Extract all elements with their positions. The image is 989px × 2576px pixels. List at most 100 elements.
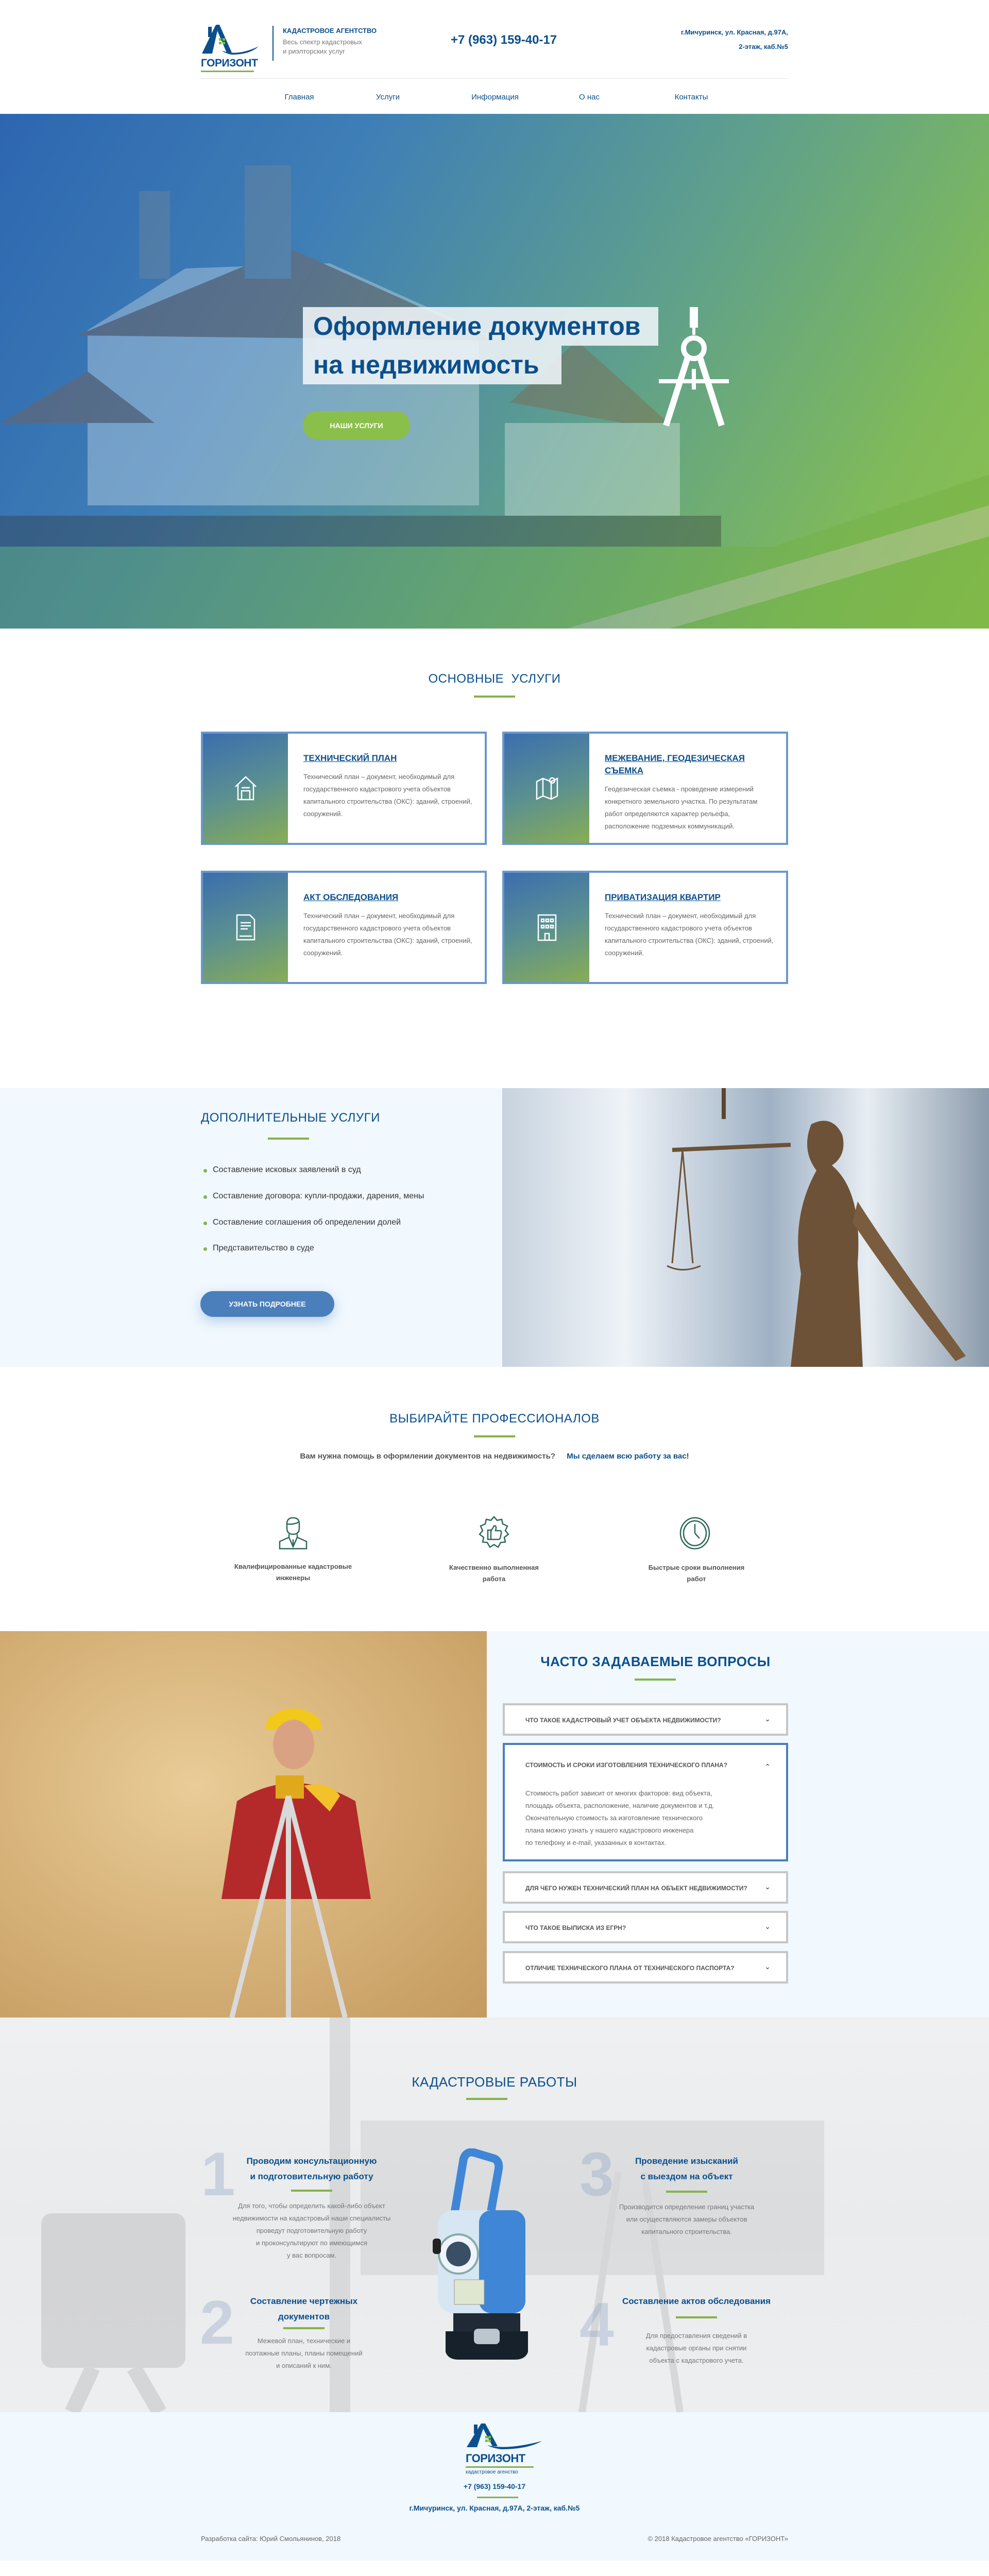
faq-item-plan-vs-passport[interactable]: ОТЛИЧИЕ ТЕХНИЧЕСКОГО ПЛАНА ОТ ТЕХНИЧЕСКО… — [503, 1951, 788, 1984]
pros-question: Вам нужна помощь в оформлении документов… — [300, 1452, 556, 1461]
thumbs-up-badge-icon — [479, 1516, 509, 1548]
step-underline — [666, 2191, 707, 2193]
chevron-down-icon[interactable]: ⌄ — [764, 1883, 771, 1891]
surveyor-figure — [221, 1708, 371, 2018]
step-text: Производится определение границ участка и… — [619, 2203, 755, 2235]
faq-question: ОТЛИЧИЕ ТЕХНИЧЕСКОГО ПЛАНА ОТ ТЕХНИЧЕСКО… — [525, 1964, 735, 1972]
our-services-button[interactable]: НАШИ УСЛУГИ — [303, 411, 410, 439]
services-title: ОСНОВНЫЕ УСЛУГИ — [428, 672, 561, 686]
card-title[interactable]: ПРИВАТИЗАЦИЯ КВАРТИР — [605, 891, 776, 904]
card-image — [504, 873, 589, 982]
house-icon — [234, 776, 257, 801]
header-address-1: г.Мичуринск, ул. Красная, д.97А, — [681, 28, 788, 36]
step-text: Межевой план, технические и поэтажные пла… — [245, 2337, 363, 2369]
faq-answer: Стоимость работ зависит от многих фактор… — [525, 1789, 714, 1846]
logo-underline — [201, 71, 254, 72]
additional-title-underline — [268, 1138, 309, 1140]
tagline-2: и риэлторских услуг — [283, 47, 345, 55]
step-title: Проведение изысканий с выездом на объект — [635, 2156, 738, 2181]
works-title-underline — [466, 2098, 507, 2100]
service-card-technical-plan[interactable]: ТЕХНИЧЕСКИЙ ПЛАН Технический план – доку… — [201, 732, 487, 845]
service-card-inspection-act[interactable]: АКТ ОБСЛЕДОВАНИЯ Технический план – доку… — [201, 871, 487, 984]
chevron-down-icon[interactable]: ⌄ — [764, 1962, 771, 1971]
nav-services[interactable]: Услуги — [376, 93, 400, 101]
card-image — [203, 873, 288, 982]
faq-item-cadastral-registration[interactable]: ЧТО ТАКОЕ КАДАСТРОВЫЙ УЧЕТ ОБЪЕКТА НЕДВИ… — [503, 1703, 788, 1736]
nav-home[interactable]: Главная — [284, 93, 314, 101]
nav-info[interactable]: Информация — [471, 93, 519, 101]
engineer-icon — [279, 1517, 308, 1550]
faq-item-cost-and-terms[interactable]: СТОИМОСТЬ И СРОКИ ИЗГОТОВЛЕНИЯ ТЕХНИЧЕСК… — [503, 1743, 788, 1861]
faq-title: ЧАСТО ЗАДАВАЕМЫЕ ВОПРОСЫ — [540, 1654, 771, 1669]
faq-item-why-technical-plan[interactable]: ДЛЯ ЧЕГО НУЖЕН ТЕХНИЧЕСКИЙ ПЛАН НА ОБЪЕК… — [503, 1871, 788, 1904]
faq-question: ЧТО ТАКОЕ КАДАСТРОВЫЙ УЧЕТ ОБЪЕКТА НЕДВИ… — [525, 1717, 721, 1724]
step-title: Составление актов обследования — [622, 2296, 771, 2306]
service-card-surveying[interactable]: МЕЖЕВАНИЕ, ГЕОДЕЗИЧЕСКАЯ СЪЕМКА Геодезич… — [502, 732, 788, 845]
header-divider — [272, 26, 274, 61]
feature-quality-work: Качественно выполненная работа — [449, 1564, 539, 1583]
card-text: Технический план – документ, необходимый… — [303, 773, 472, 818]
header-phone[interactable]: +7 (963) 159-40-17 — [451, 33, 557, 47]
card-title[interactable]: ТЕХНИЧЕСКИЙ ПЛАН — [303, 752, 474, 765]
step-underline — [676, 2316, 717, 2318]
hero-title-line-1: Оформление документов — [303, 307, 658, 346]
card-text: Геодезическая съемка - проведение измере… — [605, 785, 758, 830]
pros-title-underline — [474, 1435, 515, 1437]
nav-about[interactable]: О нас — [579, 93, 600, 101]
chevron-down-icon[interactable]: ⌄ — [764, 1715, 771, 1723]
lady-justice-image — [502, 1088, 989, 1367]
developer-credit: Разработка сайта: Юрий Смольянинов, 2018 — [201, 2535, 341, 2543]
learn-more-button[interactable]: УЗНАТЬ ПОДРОБНЕЕ — [200, 1291, 334, 1317]
hero-title: Оформление документов на недвижимость — [303, 307, 674, 384]
nav-contacts[interactable]: Контакты — [675, 93, 708, 101]
compass-icon — [659, 307, 729, 427]
header-separator — [201, 78, 788, 79]
footer-logo-sub: кадастровое агенство — [466, 2469, 518, 2475]
faq-question: СТОИМОСТЬ И СРОКИ ИЗГОТОВЛЕНИЯ ТЕХНИЧЕСК… — [525, 1761, 728, 1769]
step-underline — [291, 2190, 332, 2192]
statue-silhouette — [667, 1088, 966, 1367]
clock-icon — [679, 1517, 710, 1550]
faq-item-egrn-extract[interactable]: ЧТО ТАКОЕ ВЫПИСКА ИЗ ЕГРН? ⌄ — [503, 1911, 788, 1943]
chevron-up-icon[interactable]: ⌃ — [764, 1762, 771, 1771]
header-logo[interactable]: ГОРИЗОНТ — [201, 24, 265, 72]
list-item: Представительство в суде — [203, 1244, 314, 1252]
list-item: Составление исковых заявлений в суд — [203, 1165, 361, 1174]
card-text: Технический план – документ, необходимый… — [303, 912, 472, 957]
list-item: Составление соглашения об определении до… — [203, 1218, 401, 1227]
chevron-down-icon[interactable]: ⌄ — [764, 1922, 771, 1931]
card-image — [504, 734, 589, 843]
tagline-1: Весь спектр кадастровых — [283, 38, 362, 46]
hero-title-line-2: на недвижимость — [303, 346, 561, 384]
agency-label: КАДАСТРОВОЕ АГЕНТСТВО — [283, 27, 377, 35]
footer-underline — [477, 2497, 518, 2498]
card-title[interactable]: МЕЖЕВАНИЕ, ГЕОДЕЗИЧЕСКАЯ СЪЕМКА — [605, 752, 776, 777]
additional-services-title: ДОПОЛНИТЕЛЬНЫЕ УСЛУГИ — [201, 1111, 380, 1125]
feature-fast-terms: Быстрые сроки выполнения работ — [648, 1564, 745, 1583]
logo-house-icon — [202, 25, 259, 55]
pros-subtitle: Вам нужна помощь в оформлении документов… — [0, 1452, 989, 1461]
footer-logo-underline — [466, 2466, 534, 2468]
surveyor-image — [0, 1631, 487, 2018]
footer-logo-text: ГОРИЗОНТ — [466, 2452, 525, 2465]
map-icon — [536, 777, 558, 801]
total-station-device-image — [433, 2148, 528, 2360]
step-text: Для того, чтобы определить какой-либо об… — [232, 2202, 391, 2259]
logo-text: ГОРИЗОНТ — [201, 57, 258, 69]
card-title[interactable]: АКТ ОБСЛЕДОВАНИЯ — [303, 891, 474, 904]
footer-phone[interactable]: +7 (963) 159-40-17 — [0, 2482, 989, 2490]
card-image — [203, 734, 288, 843]
footer-address: г.Мичуринск, ул. Красная, д.97А, 2-этаж,… — [409, 2504, 580, 2512]
pros-title: ВЫБИРАЙТЕ ПРОФЕССИОНАЛОВ — [389, 1412, 600, 1426]
faq-question: ДЛЯ ЧЕГО НУЖЕН ТЕХНИЧЕСКИЙ ПЛАН НА ОБЪЕК… — [525, 1885, 747, 1892]
logo-house-icon — [467, 2424, 542, 2449]
footer-logo[interactable]: ГОРИЗОНТ кадастровое агенство — [466, 2422, 543, 2475]
building-icon — [537, 914, 556, 941]
card-text: Технический план – документ, необходимый… — [605, 912, 774, 957]
step-title: Проводим консультационную и подготовитель… — [246, 2156, 377, 2181]
service-card-privatization[interactable]: ПРИВАТИЗАЦИЯ КВАРТИР Технический план – … — [502, 871, 788, 984]
services-title-underline — [474, 696, 515, 698]
step-underline — [283, 2327, 325, 2329]
header-address-2: 2-этаж, каб.№5 — [739, 43, 788, 50]
faq-title-underline — [635, 1679, 676, 1681]
